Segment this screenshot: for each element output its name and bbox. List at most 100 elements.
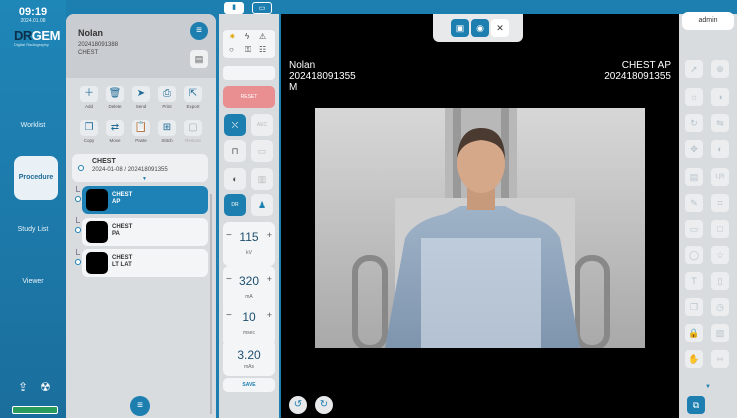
export-button[interactable]: ⇱ Export bbox=[180, 84, 206, 118]
series-item[interactable]: CHEST PA bbox=[82, 218, 208, 246]
star-icon[interactable]: ☆ bbox=[711, 246, 729, 264]
list-options-button[interactable]: ≡ bbox=[130, 396, 150, 416]
annotate-icon[interactable]: ✎ bbox=[685, 194, 703, 212]
focus-icon[interactable]: ◐ bbox=[224, 168, 246, 190]
msec-unit: msec bbox=[243, 330, 255, 336]
clock: 09:19 2024.01.08 bbox=[0, 6, 66, 24]
viewer-patient-sex: M bbox=[289, 82, 298, 93]
pointer-icon[interactable]: ➚ bbox=[685, 60, 703, 78]
study-radio[interactable] bbox=[78, 165, 84, 171]
grid-icon[interactable]: ▥ bbox=[251, 168, 273, 190]
clock-icon[interactable]: ◷ bbox=[711, 298, 729, 316]
study-item[interactable]: CHEST 2024-01-08 / 202418091355 ▼ bbox=[72, 154, 208, 182]
camera-icon[interactable]: ◉ bbox=[471, 19, 489, 37]
save-button[interactable]: SAVE bbox=[223, 378, 275, 392]
nav-worklist[interactable]: Worklist bbox=[0, 122, 66, 129]
nav-study-list[interactable]: Study List bbox=[0, 226, 66, 233]
print-button[interactable]: ⎙ Print bbox=[154, 84, 180, 118]
note-icon[interactable]: ▯ bbox=[711, 272, 729, 290]
delete-button[interactable]: 🗑 Delete bbox=[102, 84, 128, 118]
image-icon[interactable]: ▧ bbox=[711, 324, 729, 342]
viewer-exam-info: CHEST AP 202418091355 bbox=[604, 60, 671, 82]
msec-increase-button[interactable]: + bbox=[267, 310, 272, 320]
patient-header: Nolan 202418091388 CHEST ≡ ▤ bbox=[66, 14, 216, 78]
ma-increase-button[interactable]: + bbox=[267, 274, 272, 284]
exposure-panel: ▮ ▭ ✷ ϟ ⚠ ○ ⚿ ☷ RESET ⛌ AEC ⊓ ▭ ◐ ▥ DR ♟… bbox=[219, 2, 279, 418]
logo-subtitle: Digital Radiography bbox=[14, 42, 49, 47]
trash-icon: 🗑 bbox=[106, 86, 124, 102]
table-position-icon[interactable]: ⊓ bbox=[224, 140, 246, 162]
square-icon[interactable]: □ bbox=[711, 220, 729, 238]
rotate-right-icon[interactable]: ↻ bbox=[315, 396, 333, 414]
brightness-icon[interactable]: ☼ bbox=[685, 88, 703, 106]
portrait-icon[interactable]: ▣ bbox=[451, 19, 469, 37]
image-viewer: ▣ ◉ ✕ Nolan 202418091355 M CHEST AP 2024… bbox=[281, 14, 679, 418]
dr-mode-button[interactable]: DR bbox=[224, 194, 246, 216]
expand-icon[interactable]: ▼ bbox=[142, 176, 147, 182]
measure-icon[interactable]: ⇿ bbox=[711, 350, 729, 368]
copy-button[interactable]: ❐ Copy bbox=[76, 118, 102, 152]
pan-icon[interactable]: ✥ bbox=[685, 140, 703, 158]
panel-toggle-icon[interactable]: ⧉ bbox=[687, 396, 705, 414]
print-label: Print bbox=[162, 104, 172, 109]
print-icon: ⎙ bbox=[158, 86, 176, 102]
series-radio[interactable] bbox=[75, 227, 81, 233]
series-view: LT LAT bbox=[112, 262, 132, 268]
restore-icon: ▢ bbox=[184, 120, 202, 136]
rotate-icon[interactable]: ↻ bbox=[685, 114, 703, 132]
stitch-button[interactable]: ⊞ Stitch bbox=[154, 118, 180, 152]
send-button[interactable]: ➤ Send bbox=[128, 84, 154, 118]
delete-label: Delete bbox=[108, 104, 122, 109]
mas-unit: mAs bbox=[244, 364, 254, 370]
crop-icon[interactable]: ⌗ bbox=[711, 194, 729, 212]
add-button[interactable]: ＋ Add bbox=[76, 84, 102, 118]
series-item[interactable]: CHEST AP bbox=[82, 186, 208, 214]
user-button[interactable]: admin bbox=[682, 12, 734, 30]
nav-viewer[interactable]: Viewer bbox=[0, 278, 66, 285]
lock-tool-icon[interactable]: 🔒 bbox=[685, 324, 703, 342]
kv-increase-button[interactable]: + bbox=[267, 230, 272, 240]
contrast-icon[interactable]: ◑ bbox=[711, 88, 729, 106]
tool-panel: ➚ ⊕ ☼ ◑ ↻ ⇋ ✥ ◐ ▤ L|R ✎ ⌗ ▭ □ ◯ ☆ T ▯ ❐ … bbox=[679, 14, 737, 418]
radiation-icon[interactable]: ☢ bbox=[40, 380, 51, 394]
nav-procedure[interactable]: Procedure bbox=[14, 156, 58, 200]
add-label: Add bbox=[84, 104, 93, 109]
series-radio[interactable] bbox=[75, 259, 81, 265]
hand-icon[interactable]: ✋ bbox=[685, 350, 703, 368]
restore-button[interactable]: ▢ Restore bbox=[180, 118, 206, 152]
paste-button[interactable]: 📋 Paste bbox=[128, 118, 154, 152]
sun-icon: ✷ bbox=[229, 32, 236, 41]
send-label: Send bbox=[135, 104, 147, 109]
invert-icon[interactable]: ◐ bbox=[711, 140, 729, 158]
mas-display: 3.20 mAs bbox=[223, 340, 275, 376]
scroll-down-icon[interactable]: ▼ bbox=[705, 384, 711, 390]
aec-button[interactable]: AEC bbox=[251, 114, 273, 136]
scrollbar[interactable] bbox=[210, 194, 212, 414]
study-date-id: 2024-01-08 / 202418091355 bbox=[92, 167, 168, 173]
series-radio[interactable] bbox=[75, 196, 81, 202]
ellipse-icon[interactable]: ◯ bbox=[685, 246, 703, 264]
rotate-left-icon[interactable]: ↺ bbox=[289, 396, 307, 414]
patient-position-icon[interactable]: ⛌ bbox=[224, 114, 246, 136]
viewer-patient-id: 202418091355 bbox=[289, 71, 356, 82]
series-item[interactable]: CHEST LT LAT bbox=[82, 249, 208, 277]
close-icon[interactable]: ✕ bbox=[491, 19, 509, 37]
lr-icon[interactable]: L|R bbox=[711, 168, 729, 186]
patient-size-icon[interactable]: ♟ bbox=[251, 194, 273, 216]
detector-icon[interactable]: ▭ bbox=[251, 140, 273, 162]
single-mode-toggle[interactable]: ▮ bbox=[224, 2, 244, 14]
flip-icon[interactable]: ⇋ bbox=[711, 114, 729, 132]
marker-icon[interactable]: ▤ bbox=[685, 168, 703, 186]
monitor-mode-toggle[interactable]: ▭ bbox=[252, 2, 272, 14]
tree-connector bbox=[76, 249, 80, 255]
frame-icon[interactable]: ▭ bbox=[685, 220, 703, 238]
menu-button[interactable]: ≡ bbox=[190, 22, 208, 40]
text-icon[interactable]: T bbox=[685, 272, 703, 290]
document-button[interactable]: ▤ bbox=[190, 50, 208, 68]
move-button[interactable]: ⇄ Move bbox=[102, 118, 128, 152]
copy-image-icon[interactable]: ❐ bbox=[685, 298, 703, 316]
export-icon: ⇱ bbox=[184, 86, 202, 102]
reset-button[interactable]: RESET bbox=[223, 86, 275, 108]
upload-icon[interactable]: ⇪ bbox=[18, 380, 28, 394]
zoom-icon[interactable]: ⊕ bbox=[711, 60, 729, 78]
